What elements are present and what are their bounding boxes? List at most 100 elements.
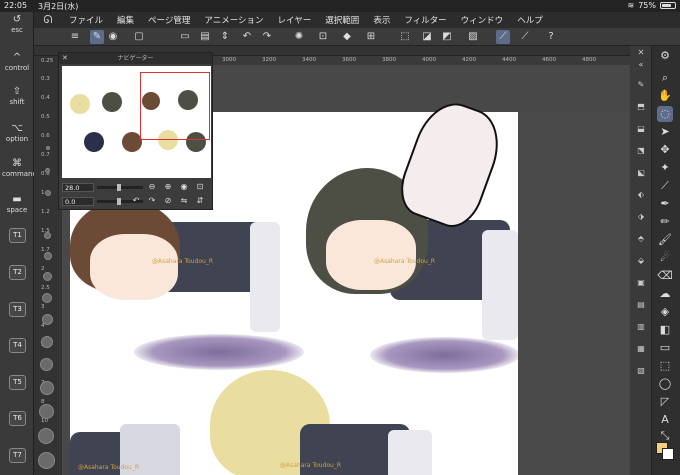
brush-dot[interactable] [42,314,53,325]
eraser-tool-icon[interactable]: ⌫ [657,268,673,284]
rotate-left-icon[interactable]: ↶ [131,196,141,206]
brush-dot[interactable] [46,146,50,150]
balloon-tool-icon[interactable]: ◯ [657,376,673,392]
size-label[interactable]: 2.5 [41,285,50,291]
pen-tool-icon[interactable]: ✒ [657,196,673,212]
zoom-tool-icon[interactable]: ⌕ [657,70,673,86]
menu-file[interactable]: ファイル [62,14,110,26]
menu-edit[interactable]: 編集 [110,14,141,26]
frame-tool-icon[interactable]: ⬚ [657,358,673,374]
brush-dot[interactable] [45,168,50,173]
help-icon[interactable]: ? [544,30,558,44]
brush-tool-icon[interactable]: 🖌 [657,232,673,248]
flip-horizontal-icon[interactable]: ⇋ [179,196,189,206]
crop-icon[interactable]: ▨ [466,30,480,44]
size-label[interactable]: 0.4 [41,95,50,101]
zoom-out-icon[interactable]: ⊖ [147,182,157,192]
undo-icon[interactable]: ↶ [240,30,254,44]
command-key[interactable]: ⌘ command [2,158,37,178]
t5-key[interactable]: T5 [9,375,26,390]
brush-dot[interactable] [43,272,52,281]
fill-icon[interactable]: ◆ [340,30,354,44]
sub-tool-icon[interactable]: ▦ [636,344,646,354]
sub-tool-icon[interactable]: ⬔ [636,146,646,156]
control-key[interactable]: ^ control [2,52,32,72]
fill-tool-icon[interactable]: ◈ [657,304,673,320]
sub-tool-icon[interactable]: ⬙ [636,256,646,266]
snap-line-icon[interactable]: ⟋ [518,30,532,44]
brush-dot[interactable] [38,428,54,444]
save-icon[interactable]: ▤ [198,30,212,44]
zoom-field[interactable]: 28.0 [62,183,94,192]
zoom-slider-handle[interactable] [117,184,121,191]
option-key[interactable]: ⌥ option [2,123,32,143]
invert-icon[interactable]: ◩ [440,30,454,44]
sub-tool-icon[interactable]: ⬗ [636,212,646,222]
esc-key[interactable]: ↺ esc [2,14,32,34]
size-label[interactable]: 0.7 [41,152,50,158]
actual-size-icon[interactable]: ⊡ [195,182,205,192]
menu-animation[interactable]: アニメーション [197,14,270,26]
deselect-icon[interactable]: ◪ [420,30,434,44]
size-label[interactable]: 0.3 [41,76,50,82]
size-label[interactable]: 0.5 [41,114,50,120]
brush-dot[interactable] [39,404,54,419]
sub-tool-icon[interactable]: ⬕ [636,168,646,178]
navigator-panel[interactable]: ✕ ナビゲーター 28.0 ⊖ ⊕ ◉ ⊡ 0.0 ↶ ↷ ⊘ ⇋ ⇵ [58,52,213,210]
sub-tool-icon[interactable]: ⬓ [636,124,646,134]
clear-icon[interactable]: ⊡ [316,30,330,44]
sub-color-swatch[interactable] [662,448,674,460]
open-folder-icon[interactable]: ▭ [178,30,192,44]
rotate-right-icon[interactable]: ↷ [147,196,157,206]
magic-wand-icon[interactable]: ✦ [657,160,673,176]
brush-dot[interactable] [42,293,52,303]
ruler-snap-icon[interactable]: ⟋ [496,30,510,44]
t2-key[interactable]: T2 [9,265,26,280]
rotation-field[interactable]: 0.0 [62,197,94,206]
menu-window[interactable]: ウィンドウ [454,14,511,26]
navigator-preview[interactable] [62,66,211,178]
t1-key[interactable]: T1 [9,228,26,243]
ruler-tool-icon[interactable]: ◸ [657,394,673,410]
size-label[interactable]: 0.25 [41,58,53,64]
sub-tool-icon[interactable]: ⬖ [636,190,646,200]
close-icon[interactable]: ✕ [62,53,68,64]
brush-dot[interactable] [44,252,52,260]
select-all-icon[interactable]: ⬚ [398,30,412,44]
brush-dot[interactable] [38,452,55,469]
space-key[interactable]: ▬ space [2,194,32,214]
hamburger-icon[interactable]: ≡ [68,30,82,44]
lasso-tool-icon[interactable]: ◌ [657,106,673,122]
zoom-slider[interactable] [97,184,143,191]
sub-tool-icon[interactable]: ▥ [636,322,646,332]
new-file-icon[interactable]: ▢ [132,30,146,44]
airbrush-tool-icon[interactable]: ☄ [657,250,673,266]
pencil-tool-icon[interactable]: ✏ [657,214,673,230]
layer-icon[interactable]: ✎ [90,30,104,44]
eye-icon[interactable]: ◉ [106,30,120,44]
collapse-icon[interactable]: « [636,60,646,70]
size-label[interactable]: 1 [41,190,45,196]
shift-key[interactable]: ⇧ shift [2,86,32,106]
text-tool-icon[interactable]: A [657,412,673,428]
redo-icon[interactable]: ↷ [260,30,274,44]
brush-dot[interactable] [41,336,53,348]
rotation-slider-handle[interactable] [117,198,121,205]
reset-rotation-icon[interactable]: ⊘ [163,196,173,206]
fit-icon[interactable]: ◉ [179,182,189,192]
brush-dot[interactable] [44,232,51,239]
figure-tool-icon[interactable]: ▭ [657,340,673,356]
hand-tool-icon[interactable]: ✋ [657,88,673,104]
settings-icon[interactable]: ⚙ [657,48,673,64]
size-label[interactable]: 0.6 [41,133,50,139]
zoom-in-icon[interactable]: ⊕ [163,182,173,192]
gradient-tool-icon[interactable]: ◧ [657,322,673,338]
brush-dot[interactable] [40,358,53,371]
blend-tool-icon[interactable]: ☁ [657,286,673,302]
eyedropper-icon[interactable]: ⟋ [657,178,673,194]
operation-tool-icon[interactable]: ➤ [657,124,673,140]
transform-icon[interactable]: ⊞ [364,30,378,44]
brush-preview-icon[interactable]: ✎ [636,80,646,90]
size-label[interactable]: 3 [41,304,45,310]
stepper-icon[interactable]: ⇕ [218,30,232,44]
